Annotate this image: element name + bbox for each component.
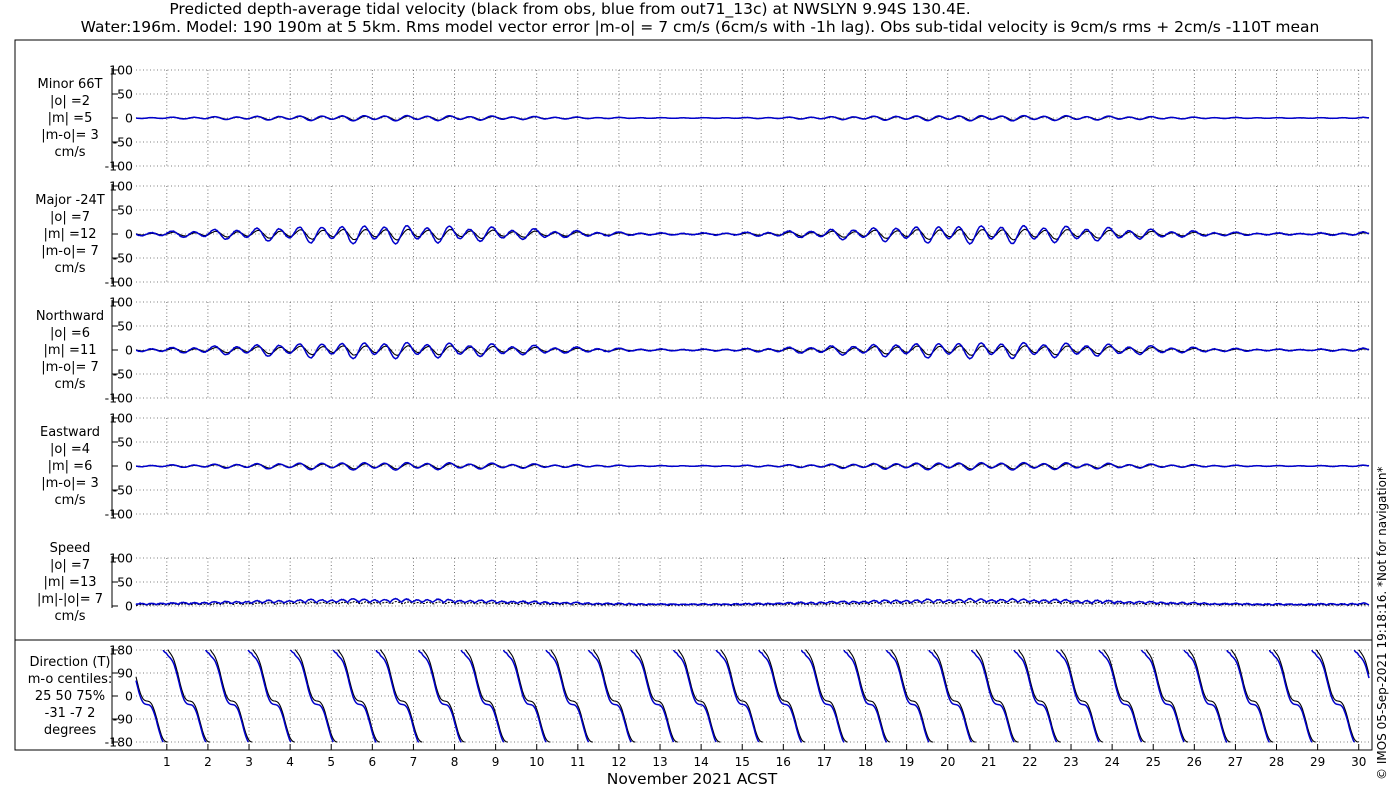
x-tick-label: 13 bbox=[652, 755, 667, 769]
panel-label-speed: |m| =13 bbox=[44, 575, 97, 590]
panel-label-direction: m-o centiles: bbox=[28, 672, 113, 687]
y-tick-label: -100 bbox=[105, 507, 133, 522]
y-tick-label: 90 bbox=[117, 666, 133, 681]
y-tick-label: 50 bbox=[117, 319, 133, 334]
x-tick-label: 9 bbox=[492, 755, 500, 769]
y-tick-label: 0 bbox=[125, 689, 133, 704]
x-tick-label: 30 bbox=[1351, 755, 1366, 769]
panel-label-northward: Northward bbox=[36, 309, 104, 324]
panel-label-eastward: |m-o|= 3 bbox=[41, 476, 99, 491]
x-tick-label: 6 bbox=[369, 755, 377, 769]
y-tick-label: -100 bbox=[105, 391, 133, 406]
panel-label-major: Major -24T bbox=[35, 193, 104, 208]
panel-label-major: |o| =7 bbox=[50, 210, 90, 225]
x-tick-label: 25 bbox=[1146, 755, 1161, 769]
x-tick-label: 16 bbox=[776, 755, 791, 769]
x-tick-label: 12 bbox=[611, 755, 626, 769]
y-tick-label: -50 bbox=[113, 367, 133, 382]
series-line-minor-model bbox=[136, 114, 1370, 122]
x-tick-label: 23 bbox=[1063, 755, 1078, 769]
y-tick-label: 100 bbox=[109, 63, 133, 78]
x-tick-label: 2 bbox=[204, 755, 212, 769]
x-tick-label: 26 bbox=[1187, 755, 1202, 769]
series-line-northward-model bbox=[136, 341, 1370, 360]
x-tick-label: 3 bbox=[245, 755, 253, 769]
tidal-velocity-chart: 100500-50-100Minor 66T|o| =2|m| =5|m-o|=… bbox=[14, 39, 1373, 788]
x-tick-label: 29 bbox=[1310, 755, 1325, 769]
panel-label-direction: -31 -7 2 bbox=[45, 706, 96, 721]
series-line-eastward-model bbox=[136, 461, 1370, 471]
y-tick-label: -100 bbox=[105, 275, 133, 290]
y-tick-label: 50 bbox=[117, 435, 133, 450]
panel-label-major: |m-o|= 7 bbox=[41, 244, 99, 259]
y-tick-label: 100 bbox=[109, 551, 133, 566]
x-tick-label: 4 bbox=[286, 755, 294, 769]
panel-label-direction: 25 50 75% bbox=[35, 689, 105, 704]
panel-label-direction: Direction (T) bbox=[30, 655, 111, 670]
panel-label-minor: Minor 66T bbox=[38, 77, 103, 92]
x-tick-label: 20 bbox=[940, 755, 955, 769]
y-tick-label: 0 bbox=[125, 111, 133, 126]
panel-label-speed: |m|-|o|= 7 bbox=[37, 592, 103, 607]
panel-label-northward: |m| =11 bbox=[44, 343, 97, 358]
y-tick-label: -90 bbox=[113, 712, 133, 727]
panel-label-northward: cm/s bbox=[55, 377, 86, 392]
x-tick-label: 15 bbox=[735, 755, 750, 769]
y-tick-label: 0 bbox=[125, 459, 133, 474]
panel-label-northward: |m-o|= 7 bbox=[41, 360, 99, 375]
y-tick-label: 0 bbox=[125, 343, 133, 358]
y-tick-label: -50 bbox=[113, 135, 133, 150]
y-tick-label: 0 bbox=[125, 227, 133, 242]
x-tick-label: 8 bbox=[451, 755, 459, 769]
y-tick-label: -180 bbox=[105, 735, 133, 750]
upper-frame bbox=[14, 39, 1373, 641]
panel-label-direction: degrees bbox=[44, 723, 97, 738]
x-tick-label: 10 bbox=[529, 755, 544, 769]
x-tick-label: 21 bbox=[981, 755, 996, 769]
y-tick-label: -50 bbox=[113, 483, 133, 498]
y-tick-label: -100 bbox=[105, 159, 133, 174]
x-tick-label: 24 bbox=[1104, 755, 1119, 769]
x-tick-label: 19 bbox=[899, 755, 914, 769]
panel-label-northward: |o| =6 bbox=[50, 326, 90, 341]
panel-label-speed: |o| =7 bbox=[50, 558, 90, 573]
copyright-notice: © IMOS 05-Sep-2021 19:18:16. *Not for na… bbox=[1375, 466, 1389, 780]
y-tick-label: -50 bbox=[113, 251, 133, 266]
y-tick-label: 100 bbox=[109, 411, 133, 426]
panel-label-minor: cm/s bbox=[55, 145, 86, 160]
panel-label-eastward: |m| =6 bbox=[48, 459, 93, 474]
panel-label-eastward: |o| =4 bbox=[50, 442, 90, 457]
x-tick-label: 17 bbox=[817, 755, 832, 769]
y-tick-label: 0 bbox=[125, 599, 133, 614]
panel-label-minor: |m| =5 bbox=[48, 111, 93, 126]
panel-label-major: cm/s bbox=[55, 261, 86, 276]
x-tick-label: 27 bbox=[1228, 755, 1243, 769]
y-tick-label: 50 bbox=[117, 203, 133, 218]
series-line-major-model bbox=[135, 224, 1370, 245]
x-tick-label: 22 bbox=[1022, 755, 1037, 769]
x-tick-label: 5 bbox=[327, 755, 335, 769]
x-tick-label: 18 bbox=[858, 755, 873, 769]
panel-label-minor: |m-o|= 3 bbox=[41, 128, 99, 143]
panel-label-major: |m| =12 bbox=[44, 227, 97, 242]
x-tick-label: 11 bbox=[570, 755, 585, 769]
x-tick-label: 14 bbox=[693, 755, 708, 769]
panel-label-speed: Speed bbox=[50, 541, 91, 556]
panel-label-eastward: cm/s bbox=[55, 493, 86, 508]
y-tick-label: 100 bbox=[109, 295, 133, 310]
y-tick-label: 50 bbox=[117, 575, 133, 590]
x-tick-label: 7 bbox=[410, 755, 418, 769]
y-tick-label: 50 bbox=[117, 87, 133, 102]
y-tick-label: 100 bbox=[109, 179, 133, 194]
panel-label-eastward: Eastward bbox=[40, 425, 100, 440]
panel-label-speed: cm/s bbox=[55, 609, 86, 624]
x-tick-label: 28 bbox=[1269, 755, 1284, 769]
panel-label-minor: |o| =2 bbox=[50, 94, 90, 109]
x-axis-label: November 2021 ACST bbox=[607, 770, 778, 788]
x-tick-label: 1 bbox=[163, 755, 171, 769]
y-tick-label: 180 bbox=[109, 643, 133, 658]
